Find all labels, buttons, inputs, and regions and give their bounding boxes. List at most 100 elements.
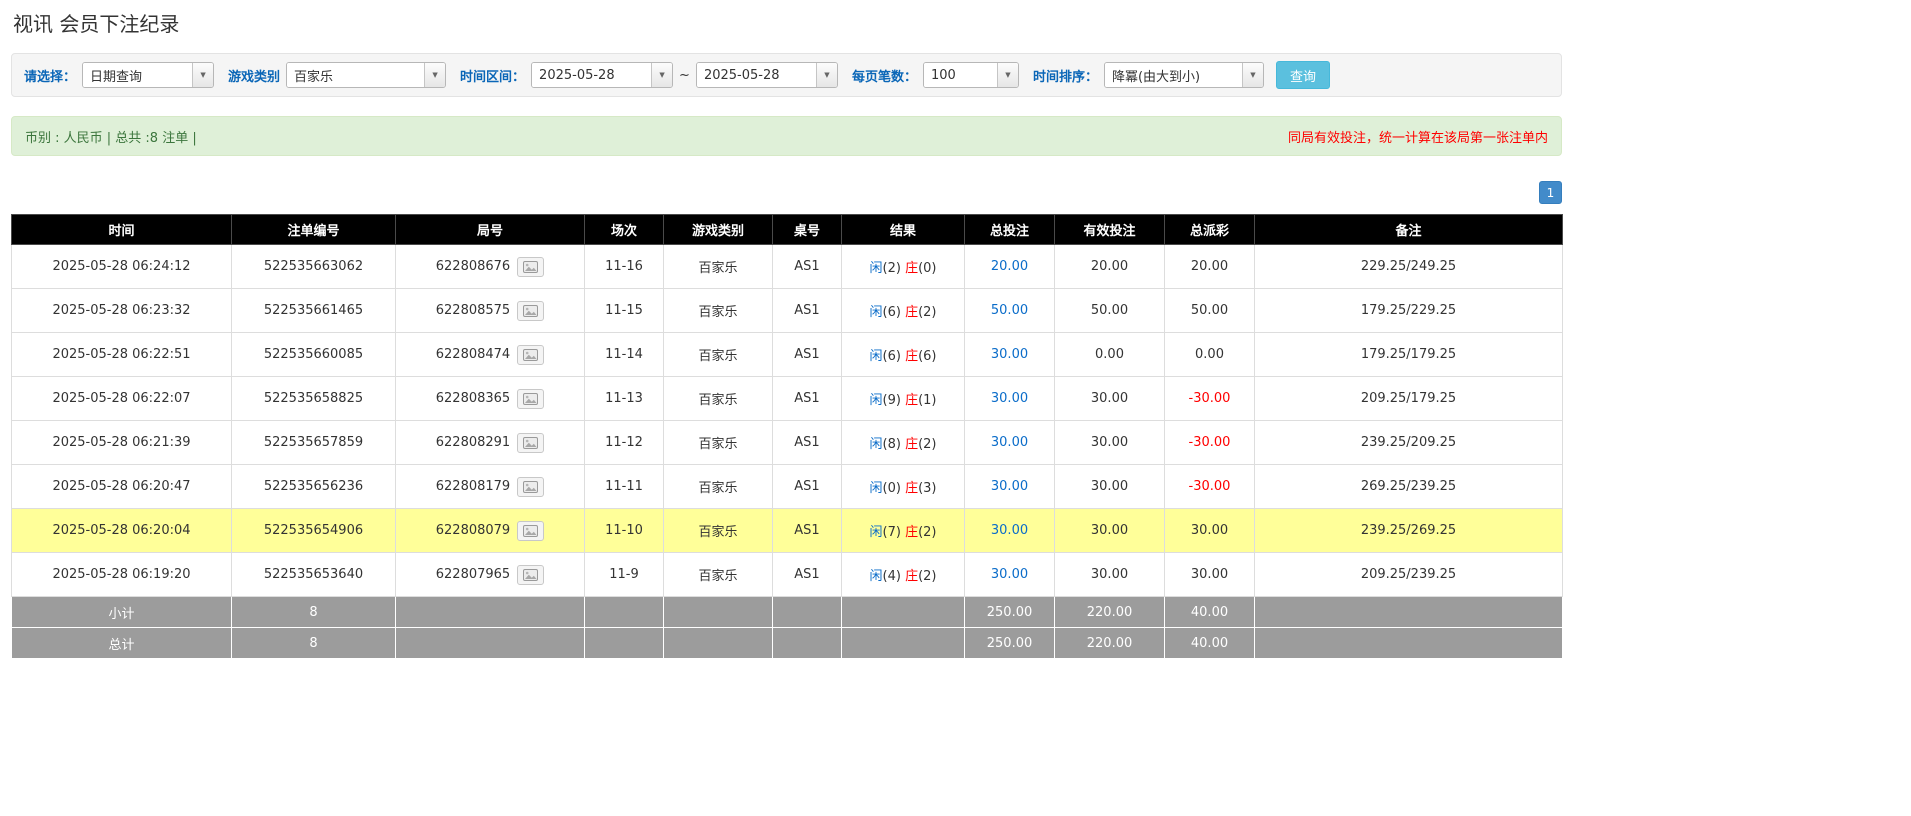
result-player: 闲 [870, 481, 883, 496]
cell-time: 2025-05-28 06:20:04 [12, 509, 232, 553]
cell-round: 622807965 [396, 553, 585, 597]
cards-icon[interactable] [517, 477, 544, 497]
cell-total-bet: 30.00 [965, 509, 1055, 553]
page-number-button[interactable]: 1 [1539, 181, 1562, 204]
cell-session: 11-9 [585, 553, 664, 597]
cell-game-type: 百家乐 [664, 377, 773, 421]
query-type-select[interactable]: ▼ [82, 62, 214, 88]
cell-bet-id: 522535653640 [232, 553, 396, 597]
cell-note: 209.25/239.25 [1255, 553, 1563, 597]
round-id: 622807965 [436, 567, 510, 582]
game-type-select[interactable]: ▼ [286, 62, 446, 88]
summary-payout: 40.00 [1165, 628, 1255, 659]
total-bet-link[interactable]: 30.00 [991, 347, 1028, 362]
range-separator: ~ [679, 68, 690, 83]
total-bet-link[interactable]: 30.00 [991, 567, 1028, 582]
cell-result: 闲(2) 庄(0) [842, 245, 965, 289]
total-bet-link[interactable]: 30.00 [991, 391, 1028, 406]
cell-note: 179.25/179.25 [1255, 333, 1563, 377]
cell-round: 622808474 [396, 333, 585, 377]
chevron-down-icon[interactable]: ▼ [424, 63, 445, 87]
sort-order-select[interactable]: ▼ [1104, 62, 1264, 88]
total-bet-link[interactable]: 50.00 [991, 303, 1028, 318]
cell-payout: -30.00 [1165, 421, 1255, 465]
cell-round: 622808079 [396, 509, 585, 553]
cell-valid-bet: 50.00 [1055, 289, 1165, 333]
date-to-select[interactable]: ▼ [696, 62, 838, 88]
cards-icon[interactable] [517, 389, 544, 409]
cell-game-type: 百家乐 [664, 509, 773, 553]
cell-table-no: AS1 [773, 377, 842, 421]
cell-valid-bet: 30.00 [1055, 553, 1165, 597]
cards-icon[interactable] [517, 301, 544, 321]
summary-row: 小计8250.00220.0040.00 [12, 597, 1563, 628]
total-bet-link[interactable]: 20.00 [991, 259, 1028, 274]
cell-time: 2025-05-28 06:20:47 [12, 465, 232, 509]
chevron-down-icon[interactable]: ▼ [816, 63, 837, 87]
cell-payout: 20.00 [1165, 245, 1255, 289]
cell-time: 2025-05-28 06:22:07 [12, 377, 232, 421]
cell-table-no: AS1 [773, 465, 842, 509]
cell-note: 269.25/239.25 [1255, 465, 1563, 509]
chevron-down-icon[interactable]: ▼ [1242, 63, 1263, 87]
result-player: 闲 [870, 305, 883, 320]
query-type-input[interactable] [83, 63, 192, 87]
total-bet-link[interactable]: 30.00 [991, 523, 1028, 538]
date-from-select[interactable]: ▼ [531, 62, 673, 88]
page-container: 视讯 会员下注纪录 请选择： ▼ 游戏类别 ▼ 时间区间： ▼ ~ ▼ 每页笔数… [11, 8, 1562, 659]
cell-result: 闲(6) 庄(6) [842, 333, 965, 377]
result-player: 闲 [870, 393, 883, 408]
result-banker: 庄 [905, 437, 918, 452]
sort-order-label: 时间排序： [1033, 66, 1098, 85]
cell-session: 11-13 [585, 377, 664, 421]
summary-payout: 40.00 [1165, 597, 1255, 628]
filter-bar: 请选择： ▼ 游戏类别 ▼ 时间区间： ▼ ~ ▼ 每页笔数： ▼ 时间排序： … [11, 53, 1562, 97]
result-player: 闲 [870, 349, 883, 364]
cell-table-no: AS1 [773, 553, 842, 597]
cards-icon[interactable] [517, 345, 544, 365]
total-bet-link[interactable]: 30.00 [991, 435, 1028, 450]
column-header: 备注 [1255, 215, 1563, 245]
cell-total-bet: 30.00 [965, 377, 1055, 421]
cell-bet-id: 522535654906 [232, 509, 396, 553]
cell-payout: -30.00 [1165, 465, 1255, 509]
cell-valid-bet: 30.00 [1055, 421, 1165, 465]
cards-icon[interactable] [517, 433, 544, 453]
cell-total-bet: 50.00 [965, 289, 1055, 333]
result-player: 闲 [870, 525, 883, 540]
table-body: 2025-05-28 06:24:12522535663062622808676… [12, 245, 1563, 597]
cards-icon[interactable] [517, 257, 544, 277]
table-row: 2025-05-28 06:24:12522535663062622808676… [12, 245, 1563, 289]
page-size-input[interactable] [924, 63, 997, 87]
cell-bet-id: 522535663062 [232, 245, 396, 289]
cards-icon[interactable] [517, 565, 544, 585]
cell-note: 229.25/249.25 [1255, 245, 1563, 289]
table-row: 2025-05-28 06:22:07522535658825622808365… [12, 377, 1563, 421]
cell-payout: 30.00 [1165, 553, 1255, 597]
cell-total-bet: 30.00 [965, 333, 1055, 377]
date-to-input[interactable] [697, 63, 816, 87]
column-header: 注单编号 [232, 215, 396, 245]
table-row: 2025-05-28 06:20:47522535656236622808179… [12, 465, 1563, 509]
table-footer: 小计8250.00220.0040.00总计8250.00220.0040.00 [12, 597, 1563, 659]
cell-valid-bet: 30.00 [1055, 509, 1165, 553]
cards-icon[interactable] [517, 521, 544, 541]
cell-result: 闲(9) 庄(1) [842, 377, 965, 421]
cell-time: 2025-05-28 06:24:12 [12, 245, 232, 289]
result-banker: 庄 [905, 481, 918, 496]
chevron-down-icon[interactable]: ▼ [997, 63, 1018, 87]
result-banker: 庄 [905, 393, 918, 408]
search-button[interactable]: 查询 [1276, 61, 1330, 89]
cell-total-bet: 30.00 [965, 553, 1055, 597]
game-type-input[interactable] [287, 63, 424, 87]
cell-note: 239.25/209.25 [1255, 421, 1563, 465]
total-bet-link[interactable]: 30.00 [991, 479, 1028, 494]
cell-table-no: AS1 [773, 333, 842, 377]
chevron-down-icon[interactable]: ▼ [651, 63, 672, 87]
pagination: 1 [11, 181, 1562, 204]
page-size-select[interactable]: ▼ [923, 62, 1019, 88]
chevron-down-icon[interactable]: ▼ [192, 63, 213, 87]
cell-time: 2025-05-28 06:23:32 [12, 289, 232, 333]
date-from-input[interactable] [532, 63, 651, 87]
sort-order-input[interactable] [1105, 63, 1242, 87]
